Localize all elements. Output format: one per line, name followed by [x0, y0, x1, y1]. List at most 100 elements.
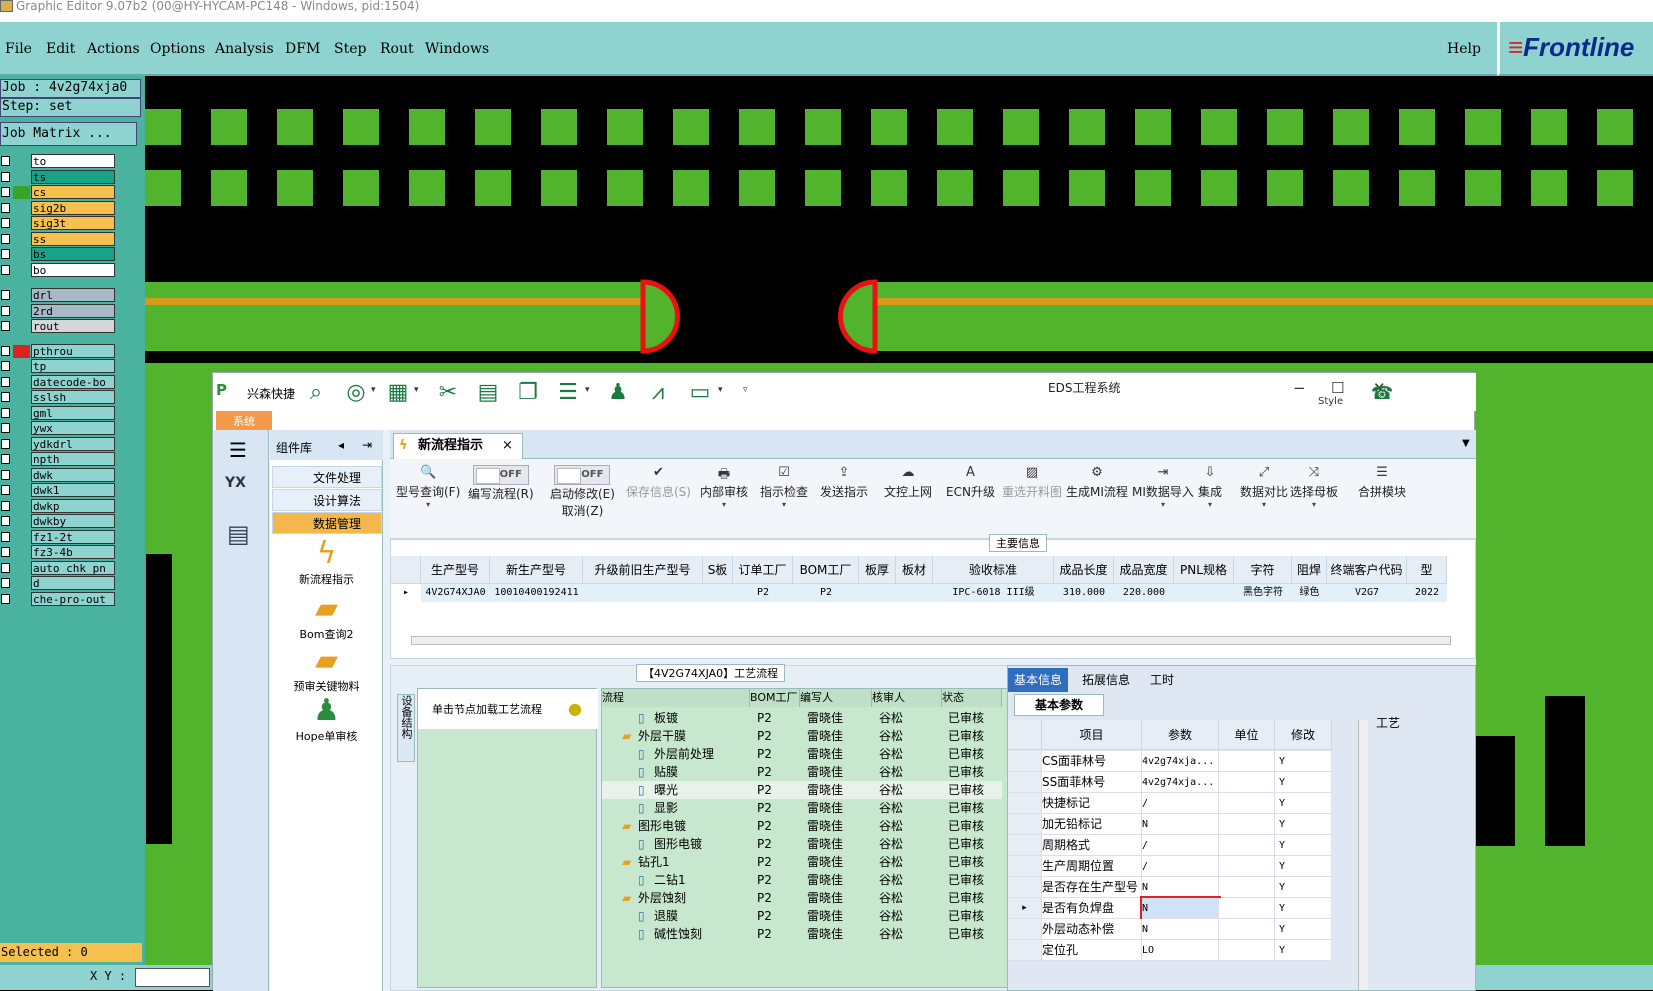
layer-name[interactable]: gml	[31, 405, 115, 420]
column-header[interactable]: BOM工厂	[793, 556, 859, 584]
column-header[interactable]: PNL规格	[1174, 556, 1234, 584]
param-value[interactable]: N	[1140, 896, 1221, 921]
layer-row[interactable]: sslsh	[0, 390, 115, 404]
layer-name[interactable]: bs	[31, 247, 115, 261]
tree-row[interactable]: ▯ 图形电镀 P2 雷晓佳 谷松 已审核	[602, 835, 1002, 853]
param-value[interactable]: 4v2g74xja...	[1142, 751, 1219, 772]
hamburger-icon[interactable]: ☰	[229, 438, 247, 462]
column-header[interactable]: 项目	[1042, 720, 1142, 750]
layer-name[interactable]: datecode-bo	[31, 374, 115, 389]
menu-windows[interactable]: Windows	[425, 41, 489, 57]
layer-checkbox[interactable]	[1, 361, 10, 371]
param-modify[interactable]: Y	[1275, 772, 1332, 793]
tool-bom-query[interactable]: ▰ Bom查询2	[270, 592, 383, 642]
scissors-icon[interactable]: ✂	[435, 381, 461, 405]
layer-name[interactable]: sslsh	[31, 390, 115, 404]
layer-name[interactable]: sig2b	[31, 200, 115, 215]
list-icon[interactable]: ☰	[555, 381, 581, 405]
column-header[interactable]: 新生产型号	[490, 556, 583, 584]
layer-name[interactable]: tp	[31, 359, 115, 373]
layer-checkbox[interactable]	[1, 547, 10, 557]
layer-row[interactable]: cs	[0, 185, 115, 199]
layer-checkbox[interactable]	[1, 218, 10, 228]
layer-row[interactable]: dwk	[0, 467, 115, 482]
layer-checkbox[interactable]	[1, 454, 10, 464]
tab-basic-info[interactable]: 基本信息	[1008, 668, 1069, 692]
param-modify[interactable]: Y	[1275, 751, 1332, 772]
param-value[interactable]: 4v2g74xja...	[1142, 772, 1219, 793]
layer-checkbox[interactable]	[1, 485, 10, 495]
tree-row[interactable]: ▰ 外层干膜 P2 雷晓佳 谷松 已审核	[602, 727, 1002, 745]
column-header[interactable]: 升级前旧生产型号	[583, 556, 703, 584]
column-header[interactable]: S板	[703, 556, 733, 584]
param-row[interactable]: 加无铅标记 N Y	[1008, 814, 1358, 835]
layer-row[interactable]: npth	[0, 452, 115, 466]
chevron-down-icon[interactable]: ▾	[718, 385, 723, 395]
layer-row[interactable]: datecode-bo	[0, 374, 115, 389]
column-header[interactable]: 流程	[602, 689, 750, 707]
menu-help[interactable]: Help	[1447, 41, 1481, 57]
layer-name[interactable]: to	[31, 154, 115, 168]
chevron-down-icon[interactable]: ▾	[760, 500, 808, 509]
layer-row[interactable]: bs	[0, 247, 115, 261]
process-side-tab[interactable]: 工艺	[1376, 714, 1400, 731]
tree-row[interactable]: ▯ 曝光 P2 雷晓佳 谷松 已审核	[602, 781, 1002, 799]
layer-checkbox[interactable]	[1, 187, 10, 197]
tree-row[interactable]: ▯ 二钻1 P2 雷晓佳 谷松 已审核	[602, 871, 1002, 889]
minimize-button[interactable]: −	[1293, 379, 1306, 397]
maximize-button[interactable]: ☐	[1331, 379, 1344, 397]
yx-icon[interactable]: YX	[225, 475, 246, 491]
ribbon-button[interactable]: ⚙ 生成MI流程	[1066, 465, 1128, 500]
param-value[interactable]: N	[1142, 877, 1219, 898]
layer-checkbox[interactable]	[1, 264, 10, 275]
layer-name[interactable]: rout	[31, 319, 115, 333]
column-header[interactable]: 状态	[942, 689, 1002, 707]
ribbon-button[interactable]: OFF 编写流程(R)	[468, 465, 534, 502]
layer-name[interactable]: ts	[31, 169, 115, 184]
layer-row[interactable]: rout	[0, 319, 115, 333]
layer-name[interactable]: auto_chk_pn	[31, 560, 115, 575]
toggle-switch[interactable]: OFF	[472, 465, 529, 485]
layer-checkbox[interactable]	[1, 500, 10, 511]
column-header[interactable]: 单位	[1219, 720, 1275, 750]
menu-rout[interactable]: Rout	[380, 41, 414, 57]
ribbon-button[interactable]: ☰ 合拼模块	[1358, 465, 1406, 500]
ribbon-button[interactable]: ⤨ 选择母板 ▾	[1290, 465, 1338, 509]
layer-row[interactable]: pthrou	[0, 343, 115, 358]
vertical-scrollbar[interactable]	[1358, 720, 1368, 990]
param-value[interactable]: N	[1142, 919, 1219, 940]
param-row[interactable]: 周期格式 / Y	[1008, 835, 1358, 856]
layer-row[interactable]: dwkp	[0, 498, 115, 513]
layer-row[interactable]: tp	[0, 359, 115, 373]
layer-checkbox[interactable]	[1, 531, 10, 542]
column-header[interactable]: 板厚	[859, 556, 896, 584]
param-modify[interactable]: Y	[1275, 793, 1332, 814]
chevron-left-icon[interactable]: ◂	[338, 438, 344, 452]
column-header[interactable]: 参数	[1142, 720, 1219, 750]
param-modify[interactable]: Y	[1275, 814, 1332, 835]
search-icon[interactable]: ⌕	[303, 381, 329, 405]
tool-new-flow[interactable]: ϟ 新流程指示	[270, 537, 383, 587]
ribbon-button[interactable]: 🖶 内部审核 ▾	[700, 465, 748, 509]
param-value[interactable]: N	[1142, 814, 1219, 835]
nav-design-algorithm[interactable]: 设计算法	[272, 489, 382, 511]
ribbon-button[interactable]: ✔ 保存信息(S)	[626, 465, 691, 500]
param-modify[interactable]: Y	[1275, 856, 1332, 877]
chevron-down-icon[interactable]: ▾	[585, 385, 590, 395]
basic-params-tab[interactable]: 基本参数	[1014, 694, 1104, 716]
ribbon-button[interactable]: A ECN升级	[946, 465, 995, 500]
layer-checkbox[interactable]	[1, 516, 10, 526]
tree-row[interactable]: ▯ 外层前处理 P2 雷晓佳 谷松 已审核	[602, 745, 1002, 763]
layer-row[interactable]: to	[0, 154, 115, 168]
ribbon-button[interactable]: OFF 启动修改(E) 取消(Z)	[550, 465, 615, 519]
layer-checkbox[interactable]	[1, 469, 10, 480]
param-modify[interactable]: Y	[1275, 835, 1332, 856]
layer-name[interactable]: ydkdrl	[31, 436, 115, 451]
calculator-icon[interactable]: ▤	[227, 520, 250, 548]
column-header[interactable]: 成品长度	[1054, 556, 1114, 584]
nav-data-management[interactable]: 数据管理	[272, 512, 382, 534]
layer-checkbox[interactable]	[1, 290, 10, 300]
tree-row[interactable]: ▯ 板镀 P2 雷晓佳 谷松 已审核	[602, 709, 1002, 727]
menu-actions[interactable]: Actions	[87, 41, 140, 57]
tab-work-hours[interactable]: 工时	[1144, 668, 1180, 692]
